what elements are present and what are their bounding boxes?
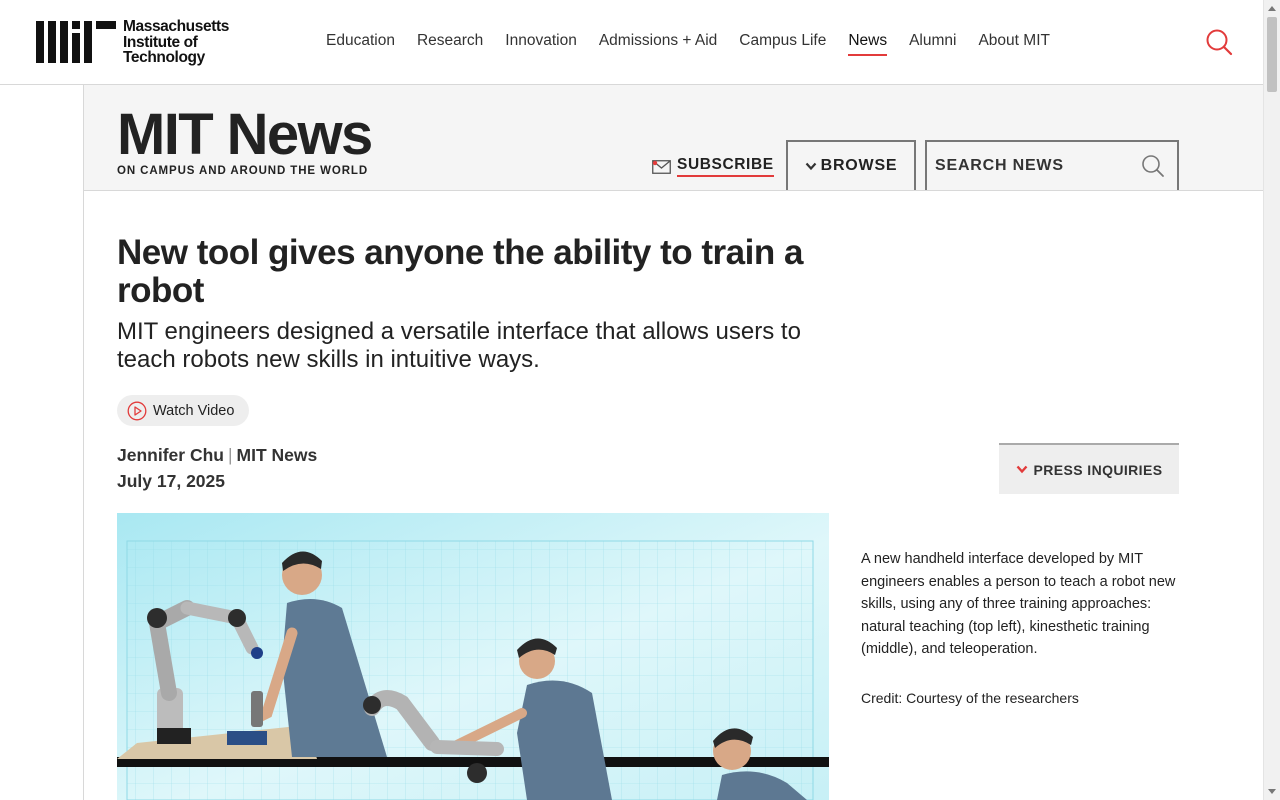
news-search-input[interactable]: SEARCH NEWS bbox=[925, 140, 1179, 190]
nav-education[interactable]: Education bbox=[326, 32, 395, 56]
article-hero-image[interactable] bbox=[117, 513, 829, 800]
scroll-down-arrow[interactable] bbox=[1268, 789, 1276, 794]
search-icon[interactable] bbox=[1141, 154, 1165, 178]
site-header: Massachusetts Institute of Technology Ed… bbox=[0, 0, 1263, 85]
publication-name: MIT News bbox=[236, 445, 318, 465]
nav-innovation[interactable]: Innovation bbox=[505, 32, 577, 56]
nav-news[interactable]: News bbox=[848, 32, 888, 56]
nav-research[interactable]: Research bbox=[417, 32, 483, 56]
nav-alumni[interactable]: Alumni bbox=[909, 32, 956, 56]
mail-icon bbox=[652, 159, 671, 174]
browse-button[interactable]: BROWSE bbox=[786, 140, 916, 190]
browse-label: BROWSE bbox=[820, 157, 898, 174]
watch-video-button[interactable]: Watch Video bbox=[117, 395, 249, 426]
article-dek: MIT engineers designed a versatile inter… bbox=[117, 318, 801, 373]
nav-about[interactable]: About MIT bbox=[978, 32, 1050, 56]
search-icon[interactable] bbox=[1205, 28, 1233, 56]
image-credit: Credit: Courtesy of the researchers bbox=[861, 690, 1079, 706]
press-inquiries-button[interactable]: PRESS INQUIRIES bbox=[999, 443, 1179, 494]
logo-line-3: Technology bbox=[123, 49, 205, 66]
press-inquiries-label: PRESS INQUIRIES bbox=[1033, 461, 1163, 478]
byline-separator: | bbox=[227, 445, 233, 465]
subscribe-link[interactable]: SUBSCRIBE bbox=[652, 156, 774, 177]
chevron-down-icon bbox=[1016, 465, 1027, 474]
mit-logo-mark bbox=[36, 21, 116, 63]
publish-date: July 17, 2025 bbox=[117, 471, 225, 491]
news-title[interactable]: MIT News bbox=[117, 106, 373, 164]
byline: Jennifer Chu | MIT News bbox=[117, 445, 317, 466]
image-caption: A new handheld interface developed by MI… bbox=[861, 551, 1176, 657]
main-nav: Education Research Innovation Admissions… bbox=[326, 32, 1072, 56]
scroll-up-arrow[interactable] bbox=[1268, 6, 1276, 11]
logo-line-1: Massachusetts bbox=[123, 18, 229, 35]
subscribe-label: SUBSCRIBE bbox=[677, 156, 774, 177]
watch-video-label: Watch Video bbox=[153, 402, 235, 419]
chevron-down-icon bbox=[805, 162, 816, 170]
news-header: MIT News ON CAMPUS AND AROUND THE WORLD … bbox=[84, 85, 1263, 191]
article-headline: New tool gives anyone the ability to tra… bbox=[117, 233, 803, 310]
robot-training-photo bbox=[117, 513, 829, 800]
mit-wordmark: Massachusetts Institute of Technology bbox=[123, 19, 229, 66]
mit-logo[interactable]: Massachusetts Institute of Technology bbox=[36, 19, 236, 66]
scrollbar-thumb[interactable] bbox=[1267, 17, 1277, 92]
author-name[interactable]: Jennifer Chu bbox=[117, 445, 224, 465]
nav-campus-life[interactable]: Campus Life bbox=[739, 32, 826, 56]
play-circle-icon bbox=[127, 401, 147, 420]
news-tagline: ON CAMPUS AND AROUND THE WORLD bbox=[117, 165, 369, 177]
nav-admissions[interactable]: Admissions + Aid bbox=[599, 32, 717, 56]
news-search-placeholder: SEARCH NEWS bbox=[935, 157, 1064, 174]
logo-line-2: Institute of bbox=[123, 33, 198, 51]
page-scrollbar[interactable] bbox=[1263, 0, 1280, 800]
